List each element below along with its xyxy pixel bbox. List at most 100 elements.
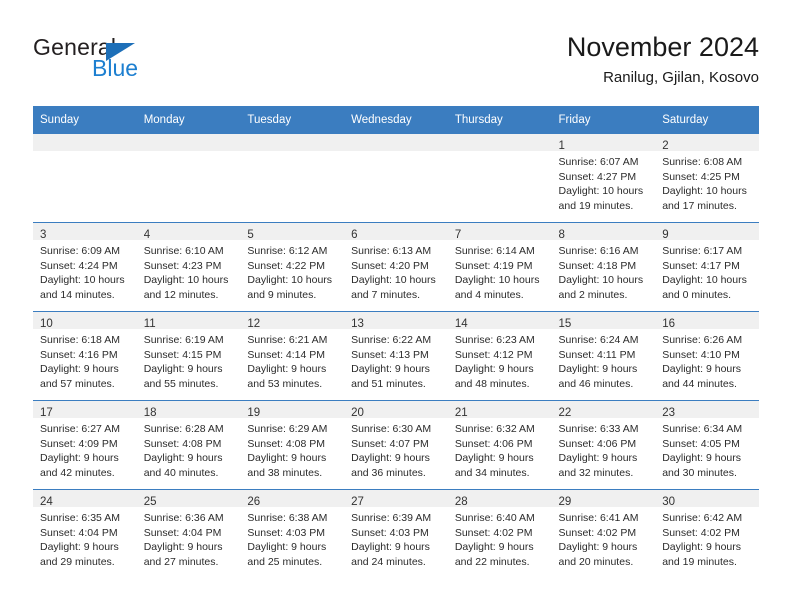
sunrise-text: Sunrise: 6:10 AM <box>143 245 224 257</box>
day-number: 2 <box>662 140 669 152</box>
day-details: Sunrise: 6:19 AM Sunset: 4:15 PM Daylight:… <box>137 329 241 391</box>
day-number: 23 <box>662 407 676 419</box>
general-blue-logo[interactable]: General Blue <box>33 34 253 90</box>
day-number: 24 <box>40 496 53 508</box>
sunrise-text: Sunrise: 6:29 AM <box>247 423 328 435</box>
calendar-day-cell[interactable]: 16 Sunrise: 6:26 AM Sunset: 4:10 PM Dayligh… <box>655 311 759 401</box>
sunrise-text: Sunrise: 6:21 AM <box>247 334 328 346</box>
daylight-text: Daylight: 9 hours and 38 minutes. <box>247 452 327 479</box>
sunrise-text: Sunrise: 6:12 AM <box>247 245 328 257</box>
day-details: Sunrise: 6:21 AM Sunset: 4:14 PM Daylight:… <box>240 329 344 391</box>
day-number-band: 25 <box>136 490 241 508</box>
day-number-band: 5 <box>240 223 345 241</box>
sunset-text: Sunset: 4:20 PM <box>351 259 429 272</box>
sunset-text: Sunset: 4:10 PM <box>662 348 740 361</box>
day-number-band: 16 <box>655 312 759 330</box>
calendar-day-cell[interactable]: 2 Sunrise: 6:08 AM Sunset: 4:25 PM Daylight… <box>655 134 759 223</box>
calendar-day-cell[interactable]: 7 Sunrise: 6:14 AM Sunset: 4:19 PM Daylight… <box>447 222 552 312</box>
weekday-header: Sunday Monday Tuesday Wednesday Thursday Frid… <box>33 106 759 134</box>
daylight-text: Daylight: 9 hours and 55 minutes. <box>143 363 223 390</box>
daylight-text: Daylight: 10 hours and 9 minutes. <box>247 274 333 301</box>
day-details: Sunrise: 6:09 AM Sunset: 4:24 PM Daylight:… <box>33 240 137 302</box>
weekday-header-saturday: Saturday <box>655 106 759 134</box>
calendar-day-cell[interactable]: 14 Sunrise: 6:23 AM Sunset: 4:12 PM Dayligh… <box>447 311 552 401</box>
day-details: Sunrise: 6:18 AM Sunset: 4:16 PM Daylight:… <box>33 329 137 391</box>
calendar-day-cell[interactable]: 22 Sunrise: 6:33 AM Sunset: 4:06 PM Dayligh… <box>551 400 656 490</box>
calendar-day-cell[interactable]: 1 Sunrise: 6:07 AM Sunset: 4:27 PM Daylight… <box>551 134 656 223</box>
sunset-text: Sunset: 4:25 PM <box>662 170 740 183</box>
day-number: 13 <box>351 318 364 330</box>
calendar-day-cell[interactable]: 24 Sunrise: 6:35 AM Sunset: 4:04 PM Dayligh… <box>33 489 137 578</box>
sunset-text: Sunset: 4:18 PM <box>558 259 637 272</box>
sunrise-text: Sunrise: 6:09 AM <box>40 245 120 257</box>
calendar-week-row: 17 Sunrise: 6:27 AM Sunset: 4:09 PM Dayligh… <box>33 400 759 490</box>
calendar-day-cell[interactable]: 9 Sunrise: 6:17 AM Sunset: 4:17 PM Daylight… <box>655 222 759 312</box>
day-number: 4 <box>143 229 151 241</box>
calendar-week-row: 24 Sunrise: 6:35 AM Sunset: 4:04 PM Dayligh… <box>33 489 759 578</box>
sunset-text: Sunset: 4:13 PM <box>351 348 429 361</box>
calendar-day-cell[interactable]: 21 Sunrise: 6:32 AM Sunset: 4:06 PM Dayligh… <box>447 400 552 490</box>
daylight-text: Daylight: 10 hours and 19 minutes. <box>558 185 644 212</box>
calendar-day-cell[interactable]: 12 Sunrise: 6:21 AM Sunset: 4:14 PM Dayligh… <box>240 311 345 401</box>
calendar-day-cell[interactable]: 6 Sunrise: 6:13 AM Sunset: 4:20 PM Daylight… <box>344 222 448 312</box>
day-number-band: 17 <box>33 401 137 419</box>
day-details: Sunrise: 6:28 AM Sunset: 4:08 PM Daylight:… <box>137 418 241 480</box>
sunset-text: Sunset: 4:04 PM <box>40 526 118 539</box>
calendar-day-cell[interactable]: 25 Sunrise: 6:36 AM Sunset: 4:04 PM Dayligh… <box>136 489 241 578</box>
daylight-text: Daylight: 9 hours and 22 minutes. <box>454 541 534 568</box>
sunset-text: Sunset: 4:04 PM <box>143 526 222 539</box>
calendar-day-cell[interactable]: 17 Sunrise: 6:27 AM Sunset: 4:09 PM Dayligh… <box>33 400 137 490</box>
daylight-text: Daylight: 9 hours and 19 minutes. <box>662 541 742 568</box>
sunrise-text: Sunrise: 6:13 AM <box>351 245 432 257</box>
calendar-day-cell[interactable]: 10 Sunrise: 6:18 AM Sunset: 4:16 PM Dayligh… <box>33 311 137 401</box>
sunrise-text: Sunrise: 6:33 AM <box>558 423 639 435</box>
day-number-band: 23 <box>655 401 759 419</box>
day-details: Sunrise: 6:36 AM Sunset: 4:04 PM Daylight:… <box>137 507 241 569</box>
sunrise-text: Sunrise: 6:32 AM <box>454 423 535 435</box>
day-number-band: 2 <box>655 134 759 152</box>
sunset-text: Sunset: 4:08 PM <box>143 437 222 450</box>
calendar-day-cell[interactable]: 28 Sunrise: 6:40 AM Sunset: 4:02 PM Dayligh… <box>447 489 552 578</box>
calendar-day-cell[interactable]: 8 Sunrise: 6:16 AM Sunset: 4:18 PM Daylight… <box>551 222 656 312</box>
calendar-day-cell[interactable]: 29 Sunrise: 6:41 AM Sunset: 4:02 PM Dayligh… <box>551 489 656 578</box>
daylight-text: Daylight: 9 hours and 46 minutes. <box>558 363 638 390</box>
sunset-text: Sunset: 4:02 PM <box>662 526 740 539</box>
sunrise-text: Sunrise: 6:35 AM <box>40 512 120 524</box>
day-number: 1 <box>558 140 565 152</box>
day-number-band <box>447 134 552 151</box>
calendar-cell-empty <box>33 134 137 223</box>
calendar-day-cell[interactable]: 15 Sunrise: 6:24 AM Sunset: 4:11 PM Dayligh… <box>551 311 656 401</box>
sunrise-text: Sunrise: 6:14 AM <box>454 245 535 257</box>
page-header: General Blue November 2024 Ranilug, Gjil… <box>33 30 759 98</box>
calendar-day-cell[interactable]: 26 Sunrise: 6:38 AM Sunset: 4:03 PM Dayligh… <box>240 489 345 578</box>
sunset-text: Sunset: 4:15 PM <box>143 348 222 361</box>
day-details: Sunrise: 6:12 AM Sunset: 4:22 PM Daylight:… <box>240 240 344 302</box>
sunrise-text: Sunrise: 6:08 AM <box>662 156 743 168</box>
day-number-band: 6 <box>344 223 448 241</box>
day-number: 3 <box>40 229 47 241</box>
calendar-day-cell[interactable]: 4 Sunrise: 6:10 AM Sunset: 4:23 PM Daylight… <box>136 222 241 312</box>
calendar-day-cell[interactable]: 27 Sunrise: 6:39 AM Sunset: 4:03 PM Dayligh… <box>344 489 448 578</box>
calendar-day-cell[interactable]: 3 Sunrise: 6:09 AM Sunset: 4:24 PM Daylight… <box>33 222 137 312</box>
daylight-text: Daylight: 10 hours and 7 minutes. <box>351 274 436 301</box>
daylight-text: Daylight: 9 hours and 53 minutes. <box>247 363 327 390</box>
daylight-text: Daylight: 9 hours and 29 minutes. <box>40 541 119 568</box>
calendar-day-cell[interactable]: 18 Sunrise: 6:28 AM Sunset: 4:08 PM Dayligh… <box>136 400 241 490</box>
day-details: Sunrise: 6:38 AM Sunset: 4:03 PM Daylight:… <box>240 507 344 569</box>
day-details: Sunrise: 6:07 AM Sunset: 4:27 PM Daylight:… <box>552 151 656 213</box>
calendar-day-cell[interactable]: 5 Sunrise: 6:12 AM Sunset: 4:22 PM Daylight… <box>240 222 345 312</box>
sunset-text: Sunset: 4:17 PM <box>662 259 740 272</box>
calendar-day-cell[interactable]: 20 Sunrise: 6:30 AM Sunset: 4:07 PM Dayligh… <box>344 400 448 490</box>
day-details: Sunrise: 6:17 AM Sunset: 4:17 PM Daylight:… <box>655 240 759 302</box>
day-number: 25 <box>143 496 157 508</box>
day-details: Sunrise: 6:32 AM Sunset: 4:06 PM Daylight:… <box>448 418 552 480</box>
sunrise-text: Sunrise: 6:42 AM <box>662 512 743 524</box>
day-number: 7 <box>454 229 462 241</box>
calendar-day-cell[interactable]: 11 Sunrise: 6:19 AM Sunset: 4:15 PM Dayligh… <box>136 311 241 401</box>
calendar-day-cell[interactable]: 30 Sunrise: 6:42 AM Sunset: 4:02 PM Dayligh… <box>655 489 759 578</box>
day-number: 14 <box>454 318 468 330</box>
calendar-day-cell[interactable]: 13 Sunrise: 6:22 AM Sunset: 4:13 PM Dayligh… <box>344 311 448 401</box>
calendar-day-cell[interactable]: 23 Sunrise: 6:34 AM Sunset: 4:05 PM Dayligh… <box>655 400 759 490</box>
calendar-day-cell[interactable]: 19 Sunrise: 6:29 AM Sunset: 4:08 PM Dayligh… <box>240 400 345 490</box>
day-details: Sunrise: 6:34 AM Sunset: 4:05 PM Daylight:… <box>655 418 759 480</box>
